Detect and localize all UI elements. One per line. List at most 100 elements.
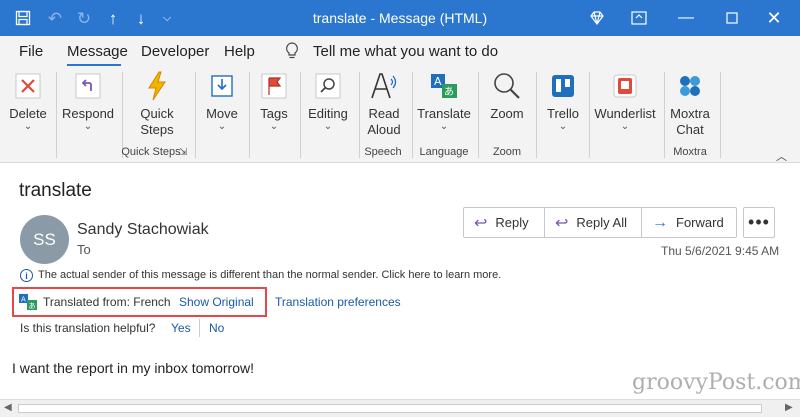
horizontal-scrollbar[interactable]: ◀ ▶ (0, 399, 800, 417)
received-datetime: Thu 5/6/2021 9:45 AM (661, 244, 780, 258)
ribbon-separator (536, 72, 537, 158)
moxtra-chat-button[interactable]: Moxtra Chat (667, 70, 713, 138)
forward-label: Forward (676, 215, 724, 230)
translate-button[interactable]: Aあ Translate ⌄ (416, 70, 472, 132)
helpful-yes-link[interactable]: Yes (171, 321, 191, 335)
message-subject: translate (19, 180, 92, 201)
tab-help[interactable]: Help (224, 43, 255, 60)
sender-name[interactable]: Sandy Stachowiak (77, 221, 209, 239)
ribbon-separator (249, 72, 250, 158)
wunderlist-button[interactable]: Wunderlist ⌄ (592, 70, 658, 132)
action-separator (544, 208, 545, 237)
svg-text:A: A (21, 296, 26, 304)
zoom-label: Zoom (490, 106, 524, 121)
helpful-no-link[interactable]: No (209, 321, 224, 335)
scroll-right-icon[interactable]: ▶ (785, 402, 793, 413)
delete-button[interactable]: Delete ⌄ (8, 70, 48, 132)
flag-icon (258, 70, 290, 102)
message-actions: ↩ Reply ↩ Reply All → Forward (463, 207, 737, 238)
message-body: I want the report in my inbox tomorrow! (12, 360, 254, 376)
group-label-zoom: Zoom (492, 146, 522, 158)
close-icon[interactable]: ✕ (762, 6, 786, 30)
chevron-down-icon: ⌄ (269, 121, 279, 132)
ribbon-separator (300, 72, 301, 158)
sender-notice[interactable]: The actual sender of this message is dif… (38, 269, 501, 281)
chevron-down-icon: ⌄ (620, 121, 630, 132)
reply-label: Reply (495, 215, 529, 230)
collapse-ribbon-icon[interactable]: ︿ (776, 148, 787, 164)
scrollbar-thumb[interactable] (18, 404, 762, 413)
delete-x-icon (12, 70, 44, 102)
respond-button[interactable]: Respond ⌄ (62, 70, 114, 132)
forward-button[interactable]: → Forward (652, 208, 724, 237)
forward-icon: → (652, 213, 668, 231)
tell-me-search[interactable]: Tell me what you want to do (313, 43, 498, 60)
ribbon-separator (589, 72, 590, 158)
minimize-icon[interactable]: — (674, 6, 698, 30)
lightning-icon (141, 70, 173, 102)
chevron-down-icon: ⌄ (23, 121, 33, 132)
reply-all-icon: ↩ (555, 214, 569, 232)
diamond-icon[interactable] (585, 6, 609, 30)
menu-bar: File Message Developer Help Tell me what… (0, 36, 800, 67)
more-actions-button[interactable]: ••• (743, 207, 775, 238)
ribbon-separator (56, 72, 57, 158)
group-label-moxtra: Moxtra (673, 146, 707, 158)
scroll-left-icon[interactable]: ◀ (4, 402, 12, 413)
translate-icon: Aあ (428, 70, 460, 102)
svg-text:あ: あ (29, 302, 36, 310)
show-original-link[interactable]: Show Original (179, 295, 254, 309)
ribbon-separator (720, 72, 721, 158)
delete-label: Delete (9, 106, 47, 121)
watermark: groovyPost.com (632, 370, 800, 395)
move-button[interactable]: Move ⌄ (202, 70, 242, 132)
tags-button[interactable]: Tags ⌄ (256, 70, 292, 132)
moxtra-label: Moxtra Chat (670, 106, 710, 137)
svg-text:A: A (434, 75, 442, 88)
translate-icon: Aあ (19, 294, 37, 310)
move-icon (206, 70, 238, 102)
action-separator (641, 208, 642, 237)
ribbon-separator (412, 72, 413, 158)
wunderlist-label: Wunderlist (594, 106, 656, 121)
move-label: Move (206, 106, 238, 121)
editing-label: Editing (308, 106, 348, 121)
translation-preferences-link[interactable]: Translation preferences (275, 295, 401, 309)
wunderlist-icon (609, 70, 641, 102)
helpful-question: Is this translation helpful? (20, 321, 156, 335)
chevron-down-icon: ⌄ (558, 121, 568, 132)
reply-icon: ↩ (474, 214, 488, 232)
ribbon-display-icon[interactable] (627, 6, 651, 30)
ribbon-separator (478, 72, 479, 158)
reply-all-button[interactable]: ↩ Reply All (555, 208, 627, 237)
editing-button[interactable]: Editing ⌄ (305, 70, 351, 132)
yes-no-separator (199, 319, 200, 337)
reply-button[interactable]: ↩ Reply (474, 208, 529, 237)
ribbon: Delete ⌄ Respond ⌄ Quick Steps Quick Ste… (0, 66, 800, 163)
tab-file[interactable]: File (19, 43, 43, 60)
moxtra-icon (674, 70, 706, 102)
tab-developer[interactable]: Developer (141, 43, 209, 60)
trello-label: Trello (546, 106, 580, 121)
trello-button[interactable]: Trello ⌄ (543, 70, 583, 132)
magnifier-icon (491, 70, 523, 102)
ribbon-separator (195, 72, 196, 158)
avatar[interactable]: SS (20, 215, 69, 264)
maximize-icon[interactable] (720, 6, 744, 30)
ribbon-separator (664, 72, 665, 158)
read-aloud-icon (368, 70, 400, 102)
read-aloud-button[interactable]: Read Aloud (363, 70, 405, 138)
search-icon (312, 70, 344, 102)
svg-text:あ: あ (444, 86, 454, 98)
group-label-language: Language (419, 146, 469, 158)
respond-label: Respond (62, 106, 115, 121)
title-bar: ↶ ↻ ↑ ↓ ⌵ translate - Message (HTML) — ✕ (0, 0, 800, 36)
quick-steps-button[interactable]: Quick Steps (131, 70, 183, 138)
zoom-button[interactable]: Zoom (486, 70, 528, 122)
chevron-down-icon: ⌄ (83, 121, 93, 132)
translate-label: Translate (417, 106, 471, 121)
dialog-launcher-icon[interactable]: ⇲ (179, 147, 187, 158)
tab-message[interactable]: Message (67, 43, 128, 60)
read-aloud-label: Read Aloud (367, 106, 401, 137)
translated-from-text: Translated from: French (43, 295, 171, 309)
